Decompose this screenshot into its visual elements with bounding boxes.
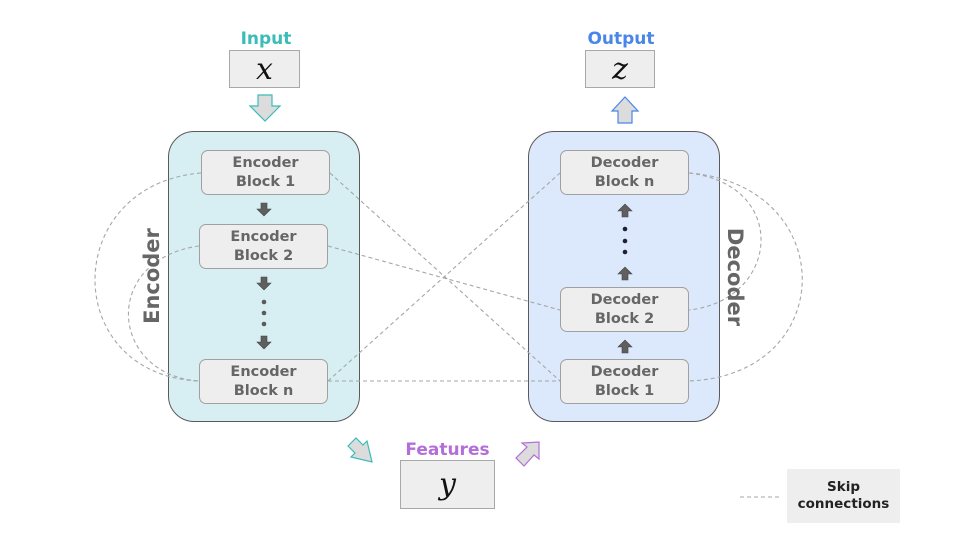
input-label: Input [240, 29, 292, 49]
output-variable: z [612, 51, 628, 87]
decoder-block-2: Decoder Block 2 [560, 287, 689, 332]
input-variable: x [256, 51, 273, 87]
decoder-block-n: Decoder Block n [560, 150, 689, 195]
encoder-block-1: Encoder Block 1 [201, 150, 330, 195]
block-title: Decoder [590, 154, 659, 171]
features-label: Features [405, 440, 490, 460]
block-title: Encoder [232, 154, 299, 171]
encoder-block-n: Encoder Block n [199, 359, 328, 404]
block-title: Encoder [230, 363, 297, 380]
block-subtitle: Block 2 [233, 247, 294, 264]
output-arrow-up-icon [610, 96, 640, 124]
decoder-block-1: Decoder Block 1 [560, 359, 689, 404]
encoder-block-2: Encoder Block 2 [199, 224, 328, 269]
skip-line-enc1-dec1 [329, 172, 561, 382]
legend-line2: connections [797, 496, 890, 512]
output-variable-box: z [585, 50, 655, 88]
block-title: Encoder [230, 228, 297, 245]
block-subtitle: Block 1 [594, 382, 655, 399]
decoder-label: Decoder [723, 227, 747, 327]
block-subtitle: Block 2 [594, 310, 655, 327]
block-title: Decoder [590, 363, 659, 380]
features-in-arrow-icon [347, 437, 373, 463]
features-variable: y [439, 467, 456, 502]
legend-skip-connections: Skip connections [787, 469, 900, 523]
encoder-label: Encoder [140, 228, 164, 324]
block-subtitle: Block 1 [235, 173, 296, 190]
skip-line-encn-decn [327, 172, 561, 382]
input-arrow-down-icon [248, 94, 282, 122]
legend-line1: Skip [827, 479, 860, 495]
skip-line-enc2-dec2 [327, 245, 561, 311]
features-variable-box: y [400, 460, 495, 509]
block-title: Decoder [590, 291, 659, 308]
input-variable-box: x [229, 50, 300, 88]
block-subtitle: Block n [233, 382, 294, 399]
features-out-arrow-icon [515, 441, 540, 467]
output-label: Output [587, 29, 655, 49]
block-subtitle: Block n [594, 173, 655, 190]
